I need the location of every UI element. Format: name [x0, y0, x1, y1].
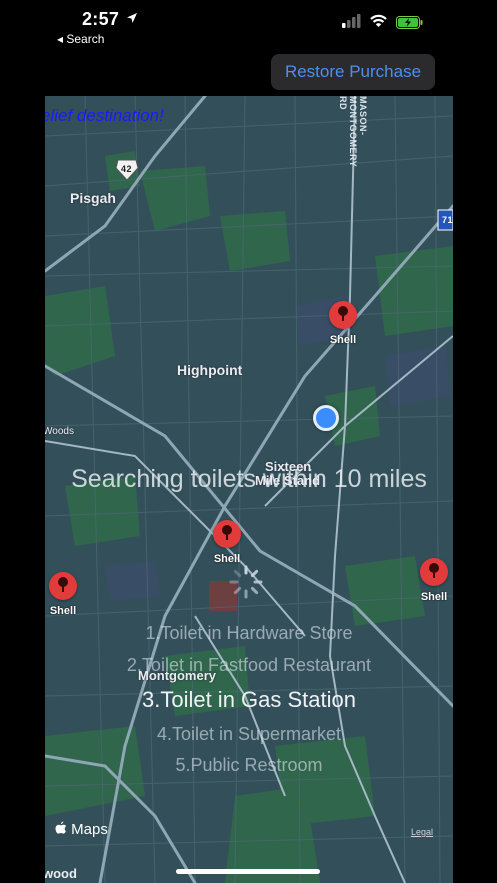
shell-pin[interactable]: Shell [323, 301, 363, 353]
pin-label: Shell [329, 334, 357, 346]
status-time: 2:57 [82, 9, 120, 29]
wifi-icon [370, 14, 387, 27]
battery-charging-icon [396, 16, 423, 29]
map-view[interactable]: elief destination! 42 71 MASON-MONTGOMER… [45, 96, 453, 883]
cellular-signal-icon [342, 14, 361, 28]
place-highpoint: Highpoint [177, 362, 243, 378]
location-arrow-icon [127, 13, 137, 23]
legal-link[interactable]: Legal [411, 827, 433, 837]
place-wood-bottom: wood [45, 866, 77, 881]
toilet-option[interactable]: 2.Toilet in Fastfood Restaurant [45, 655, 453, 676]
place-pisgah: Pisgah [70, 190, 116, 206]
pin-label: Shell [420, 591, 448, 603]
back-to-search-link[interactable]: ◂ Search [57, 32, 104, 46]
shell-pin[interactable]: Shell [414, 558, 453, 610]
status-bar: 2:57 ◂ Search [0, 0, 497, 52]
route-42-shield-label: 42 [121, 164, 133, 174]
mason-montgomery-road-label: MASON-MONTGOMERY RD [338, 96, 368, 168]
user-location-dot [313, 405, 339, 431]
place-woods-left: Woods [45, 426, 74, 437]
apple-logo-icon [55, 821, 67, 834]
shell-pin[interactable]: Shell [45, 572, 83, 624]
pin-label: Shell [49, 605, 77, 617]
loading-spinner-icon [229, 565, 263, 599]
toilet-option-selected[interactable]: 3.Toilet in Gas Station [45, 687, 453, 713]
toilet-option[interactable]: 1.Toilet in Hardware Store [45, 623, 453, 644]
toilet-option[interactable]: 4.Toilet in Supermarket [45, 724, 453, 745]
restore-purchase-button[interactable]: Restore Purchase [271, 54, 435, 90]
apple-maps-logo: Maps [55, 821, 108, 838]
home-indicator[interactable] [176, 869, 320, 874]
route-71-shield-label: 71 [442, 215, 453, 225]
destination-message: elief destination! [45, 106, 164, 125]
maps-brand-label: Maps [71, 821, 108, 838]
toilet-option[interactable]: 5.Public Restroom [45, 755, 453, 776]
searching-status-text: Searching toilets within 10 miles [71, 465, 427, 493]
